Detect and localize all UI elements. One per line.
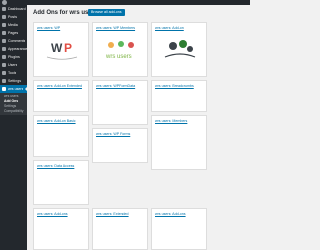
addon-thumbnail: wrs users xyxy=(96,33,146,63)
settings-icon xyxy=(2,79,6,83)
addon-card: wrs users: WPFormData xyxy=(92,80,148,125)
addon-thumbnail: W P xyxy=(37,33,87,63)
addon-card: wrs users: WP Members wrs users xyxy=(92,22,148,77)
user-icon xyxy=(2,87,6,91)
admin-sidebar: Dashboard Posts Media Pages Comments App… xyxy=(0,5,27,250)
page-icon xyxy=(2,31,6,35)
sidebar-submenu: wrs users Add Ons Settings Compatibility xyxy=(0,93,27,115)
sidebar-item-users[interactable]: Users xyxy=(0,61,27,69)
plug-icon xyxy=(2,55,6,59)
addon-card: wrs users: WP Forms xyxy=(92,128,148,163)
addon-card: wrs users: Add-on xyxy=(151,22,207,77)
addon-title-link[interactable]: wrs users: Extended xyxy=(96,212,129,216)
addon-thumbnail xyxy=(155,33,205,63)
addon-title-link[interactable]: wrs users: WP Members xyxy=(96,26,135,30)
addon-card: wrs users: Members xyxy=(151,115,207,170)
sidebar-item-tools[interactable]: Tools xyxy=(0,69,27,77)
sidebar-item-settings[interactable]: Settings xyxy=(0,77,27,85)
addon-title-link[interactable]: wrs users: Add-ons xyxy=(37,212,68,216)
sidebar-item-media[interactable]: Media xyxy=(0,21,27,29)
addon-card: wrs users: Extended xyxy=(92,208,148,250)
addon-card: wrs users: Add-ons xyxy=(33,208,89,250)
submenu-item-compatibility[interactable]: Compatibility xyxy=(0,109,27,114)
addon-card: wrs users: Data Access xyxy=(33,160,89,205)
comment-icon xyxy=(2,39,6,43)
addon-card: wrs users: Add-on Basic xyxy=(33,115,89,157)
addon-title-link[interactable]: wrs users: Add-on Basic xyxy=(37,119,76,123)
sidebar-item-appearance[interactable]: Appearance xyxy=(0,45,27,53)
addon-title-link[interactable]: wrs users: WPFormData xyxy=(96,84,135,88)
sidebar-item-pages[interactable]: Pages xyxy=(0,29,27,37)
addon-title-link[interactable]: wrs users: Add-on xyxy=(155,26,184,30)
addon-title-link[interactable]: wrs users: WP Forms xyxy=(96,132,130,136)
addon-title-link[interactable]: wrs users: Data Access xyxy=(37,164,74,168)
pin-icon xyxy=(2,15,6,19)
addon-card: wrs users: WP W P xyxy=(33,22,89,77)
addon-card: wrs users: Add-on Extended xyxy=(33,80,89,112)
svg-text:W: W xyxy=(51,41,63,55)
sidebar-item-dashboard[interactable]: Dashboard xyxy=(0,5,27,13)
addon-title-link[interactable]: wrs users: WP xyxy=(37,26,60,30)
svg-text:P: P xyxy=(64,41,72,55)
addon-card: wrs users: Breadcrumbs xyxy=(151,80,207,112)
sidebar-item-posts[interactable]: Posts xyxy=(0,13,27,21)
svg-text:wrs users: wrs users xyxy=(105,54,132,60)
browse-add-ons-button[interactable]: Browse all add-ons xyxy=(88,9,125,16)
sidebar-item-plugins[interactable]: Plugins xyxy=(0,53,27,61)
media-icon xyxy=(2,23,6,27)
addon-title-link[interactable]: wrs users: Add-on Extended xyxy=(37,84,82,88)
addon-title-link[interactable]: wrs users: Add-ons xyxy=(155,212,186,216)
brush-icon xyxy=(2,47,6,51)
sidebar-item-wrs-users[interactable]: wrs users xyxy=(0,85,27,93)
sidebar-item-comments[interactable]: Comments xyxy=(0,37,27,45)
addon-title-link[interactable]: wrs users: Breadcrumbs xyxy=(155,84,194,88)
wrench-icon xyxy=(2,71,6,75)
addon-title-link[interactable]: wrs users: Members xyxy=(155,119,187,123)
addon-card: wrs users: Add-ons xyxy=(151,208,207,250)
users-icon xyxy=(2,63,6,67)
admin-bar xyxy=(0,0,250,5)
dashboard-icon xyxy=(2,7,6,11)
